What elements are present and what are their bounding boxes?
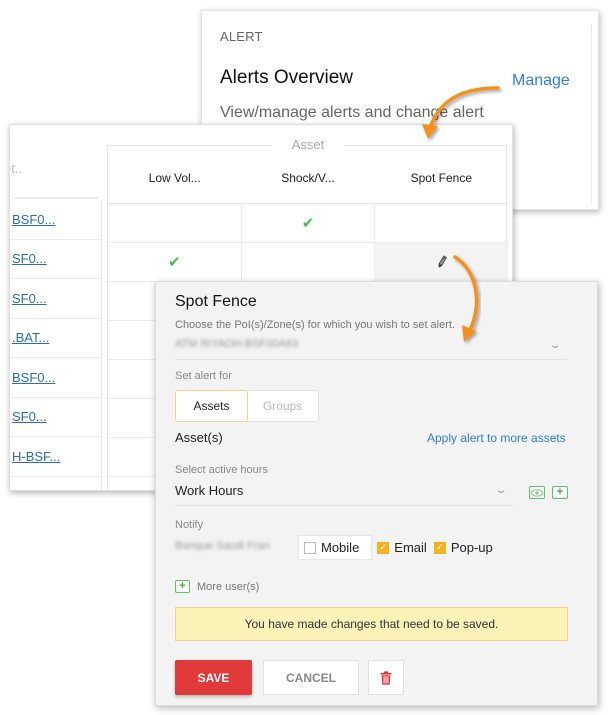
add-hours-button[interactable]: + — [552, 486, 568, 499]
chevron-down-icon[interactable]: ⌄ — [548, 340, 561, 351]
cell-low-voltage[interactable] — [108, 204, 242, 242]
email-label: Email — [394, 540, 427, 555]
trash-icon — [380, 670, 392, 685]
check-icon: ✔ — [168, 254, 181, 271]
notify-label: Notify — [175, 519, 204, 531]
grid-column-headers: Low Vol... Shock/V... Spot Fence — [108, 145, 508, 204]
check-icon: ✔ — [301, 215, 315, 232]
asset-column-header[interactable]: et.. — [10, 161, 22, 176]
cell-shock-vibration[interactable]: ✔ — [242, 204, 376, 242]
delete-button[interactable] — [368, 660, 404, 695]
header-underline — [14, 197, 98, 199]
asset-row — [10, 477, 101, 491]
asset-link[interactable]: SF0... — [12, 409, 47, 424]
poi-select[interactable]: ATM RIYADH-BSF00A83 ⌄ — [175, 336, 567, 360]
channel-email[interactable]: ✓ Email — [377, 540, 434, 555]
overview-description: View/manage alerts and change alert — [220, 104, 484, 121]
asset-row: SF0... — [10, 240, 101, 279]
column-header-spot-fence[interactable]: Spot Fence — [375, 145, 508, 203]
eye-icon — [531, 488, 543, 497]
notify-user-name: Banque Saudi Fran — [175, 540, 270, 552]
poi-selected-value: ATM RIYADH-BSF00A83 — [175, 338, 299, 350]
asset-row: BSF0... — [10, 358, 101, 398]
asset-link[interactable]: BSF0... — [12, 370, 55, 385]
set-alert-for-label: Set alert for — [175, 370, 232, 382]
plus-icon: + — [556, 486, 564, 498]
save-button[interactable]: SAVE — [175, 660, 252, 695]
scrollbar-track[interactable] — [591, 25, 592, 203]
active-hours-label: Select active hours — [175, 464, 268, 476]
segment-assets[interactable]: Assets — [175, 390, 248, 422]
section-kicker: ALERT — [220, 29, 263, 44]
channel-popup[interactable]: ✓ Pop-up — [433, 540, 500, 555]
assets-heading: Asset(s) — [175, 430, 223, 445]
spot-fence-form: Spot Fence Choose the PoI(s)/Zone(s) for… — [155, 281, 598, 706]
column-header-shock-vibration[interactable]: Shock/V... — [241, 145, 374, 203]
popup-checkbox[interactable]: ✓ — [433, 541, 446, 554]
asset-link[interactable]: SF0... — [12, 291, 47, 306]
cell-low-voltage[interactable]: ✔ — [108, 243, 242, 281]
column-header-low-voltage[interactable]: Low Vol... — [108, 145, 241, 203]
popup-label: Pop-up — [450, 540, 493, 555]
asset-row: SF0... — [10, 398, 101, 437]
apply-to-more-assets-link[interactable]: Apply alert to more assets — [427, 431, 566, 445]
table-row: ✔ — [108, 243, 509, 282]
mobile-label: Mobile — [321, 540, 360, 555]
asset-row: BSF0... — [10, 200, 101, 240]
active-hours-value: Work Hours — [175, 483, 244, 498]
chevron-down-icon[interactable]: ⌄ — [494, 485, 507, 496]
asset-link[interactable]: SF0... — [12, 251, 47, 266]
unsaved-changes-notice: You have made changes that need to be sa… — [175, 607, 568, 641]
asset-name-list: BSF0... SF0... SF0... .BAT... BSF0... SF0... H… — [10, 200, 102, 491]
segment-groups[interactable]: Groups — [247, 391, 318, 421]
poi-label: Choose the PoI(s)/Zone(s) for which you … — [175, 319, 456, 331]
form-title: Spot Fence — [175, 293, 257, 310]
manage-link[interactable]: Manage — [512, 72, 570, 90]
asset-name-column: et.. BSF0... SF0... SF0... .BAT... BSF0... SF… — [10, 125, 102, 490]
view-hours-button[interactable] — [529, 486, 545, 499]
pencil-icon[interactable] — [436, 255, 448, 269]
table-row: ✔ — [108, 204, 508, 243]
cancel-button[interactable]: CANCEL — [263, 660, 359, 695]
active-hours-select[interactable]: Work Hours ⌄ — [175, 481, 513, 506]
asset-link[interactable]: BSF0... — [12, 212, 55, 227]
cell-spot-fence[interactable] — [375, 243, 509, 281]
email-checkbox[interactable]: ✓ — [377, 541, 390, 554]
alert-target-toggle: Assets Groups — [175, 390, 319, 422]
notify-channels: Mobile ✓ Email ✓ Pop-up — [298, 535, 500, 560]
cell-shock-vibration[interactable] — [242, 243, 376, 281]
asset-row: .BAT... — [10, 319, 101, 358]
plus-icon: + — [175, 580, 190, 593]
overview-title: Alerts Overview — [220, 67, 354, 88]
asset-link[interactable]: H-BSF... — [12, 449, 60, 464]
more-users-label: More user(s) — [197, 580, 260, 593]
asset-row: SF0... — [10, 279, 101, 319]
mobile-checkbox[interactable] — [304, 541, 316, 554]
asset-row: H-BSF... — [10, 437, 101, 477]
channel-mobile[interactable]: Mobile — [298, 535, 373, 560]
asset-link[interactable]: .BAT... — [12, 330, 49, 345]
cell-spot-fence[interactable] — [375, 204, 508, 242]
more-users-button[interactable]: + More user(s) — [175, 580, 259, 593]
